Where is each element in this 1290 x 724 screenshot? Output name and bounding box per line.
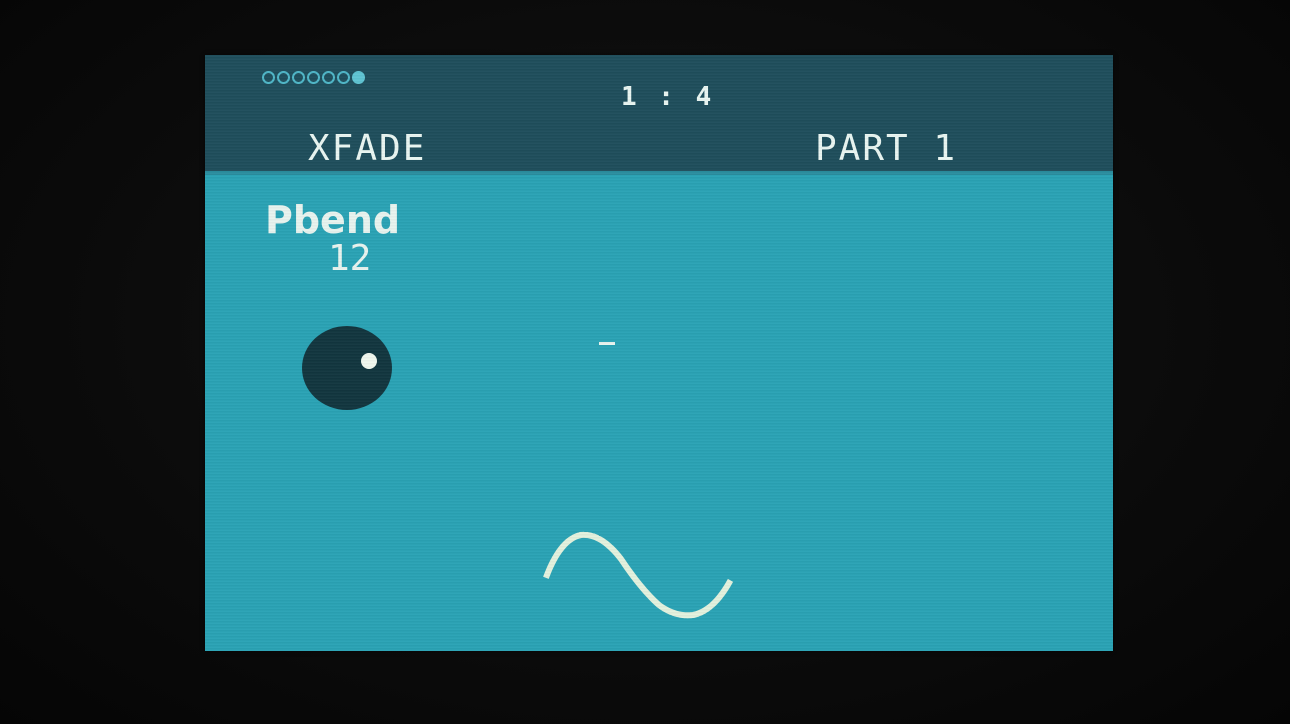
page-dot (277, 71, 290, 84)
sine-wave-icon (543, 531, 734, 619)
parameter-name: Pbend (265, 198, 401, 242)
parameter-knob[interactable] (302, 326, 392, 410)
position-readout: 1 : 4 (621, 82, 715, 112)
lcd-screen: 1 : 4 XFADE PART 1 Pbend 12 (205, 55, 1113, 651)
part-label: PART 1 (815, 128, 958, 169)
page-dot (307, 71, 320, 84)
knob-indicator-dot (361, 353, 377, 369)
page-dot-active (352, 71, 365, 84)
page-dot (322, 71, 335, 84)
page-dot (262, 71, 275, 84)
page-dot (337, 71, 350, 84)
header-bar: 1 : 4 XFADE PART 1 (205, 55, 1113, 173)
mode-title: XFADE (308, 128, 427, 169)
page-dot (292, 71, 305, 84)
header-divider (205, 171, 1113, 175)
device-bezel: 1 : 4 XFADE PART 1 Pbend 12 (0, 0, 1290, 724)
page-indicator (262, 71, 365, 84)
center-marker (599, 342, 615, 345)
parameter-value: 12 (328, 238, 372, 279)
